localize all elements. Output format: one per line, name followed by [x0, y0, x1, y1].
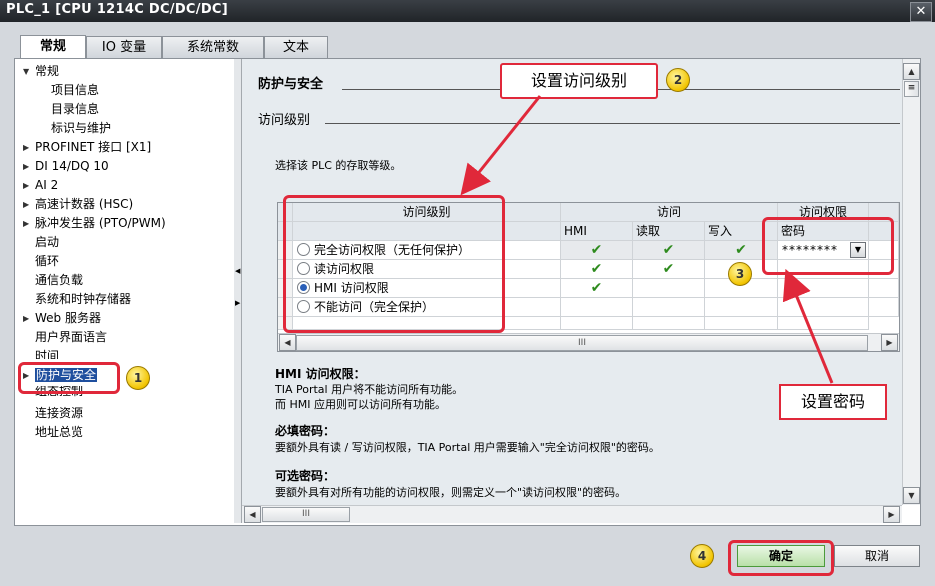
step-badge-4: 4: [690, 544, 714, 568]
step-badge-2: 2: [666, 68, 690, 92]
step-badge-1: 1: [126, 366, 150, 390]
annotation-arrows: [460, 95, 834, 384]
arrow-to-password: [782, 268, 834, 384]
step-badge-3: 3: [728, 262, 752, 286]
arrow-to-access-level: [460, 95, 542, 196]
